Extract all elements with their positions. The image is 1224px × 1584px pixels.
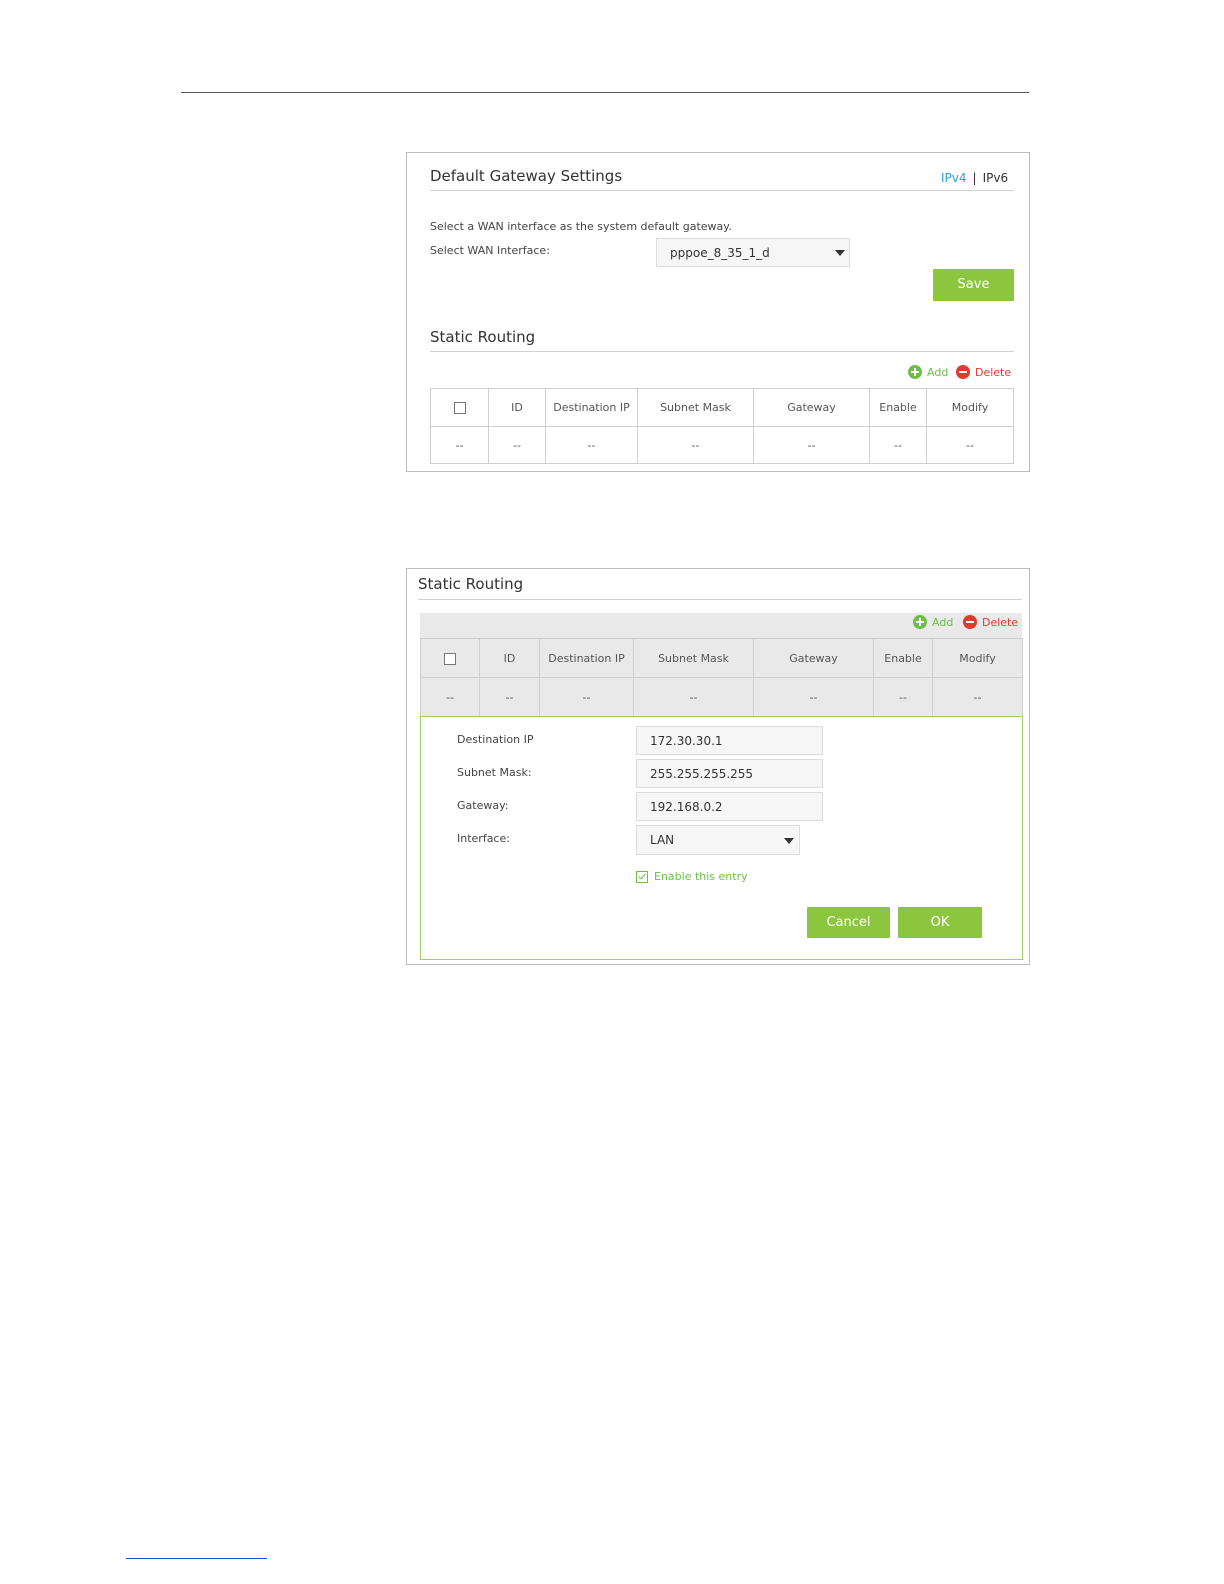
add-label: Add: [932, 615, 954, 629]
static-routing-edit-panel: Static Routing Add Delete ID Destination…: [406, 568, 1030, 965]
tab-separator: |: [972, 171, 977, 185]
table-row: -- -- -- -- -- -- --: [420, 677, 1023, 717]
column-header-enable: Enable: [873, 638, 933, 678]
column-header-destination-ip: Destination IP: [539, 638, 634, 678]
add-route-form: Destination IP 172.30.30.1 Subnet Mask: …: [420, 716, 1023, 960]
save-button[interactable]: Save: [933, 269, 1014, 301]
gateway-section-title: Default Gateway Settings: [430, 167, 623, 185]
delete-label: Delete: [975, 365, 1012, 379]
table-header-row: ID Destination IP Subnet Mask Gateway En…: [420, 638, 1023, 678]
gateway-routing-panel: Default Gateway Settings IPv4 | IPv6 Selec…: [406, 152, 1030, 472]
column-header-id: ID: [479, 638, 540, 678]
routing-edit-title-divider: [418, 599, 1022, 600]
table-row: -- -- -- -- -- -- --: [430, 426, 1014, 464]
table-cell: --: [753, 426, 870, 464]
gateway-description: Select a WAN interface as the system def…: [430, 220, 732, 233]
table-cell: --: [430, 426, 489, 464]
minus-circle-icon: [963, 615, 977, 629]
column-header-subnet-mask: Subnet Mask: [637, 388, 754, 427]
table-cell: --: [753, 677, 874, 717]
gateway-title-divider: [430, 190, 1014, 191]
add-route-button[interactable]: Add: [913, 615, 953, 629]
add-route-button[interactable]: Add: [908, 365, 948, 379]
enable-entry-label: Enable this entry: [654, 870, 748, 883]
column-header-modify: Modify: [932, 638, 1023, 678]
tab-ipv4[interactable]: IPv4: [941, 171, 967, 185]
gateway-input[interactable]: 192.168.0.2: [636, 792, 823, 821]
select-all-cell[interactable]: [430, 388, 489, 427]
column-header-enable: Enable: [869, 388, 927, 427]
tab-ipv6[interactable]: IPv6: [983, 171, 1009, 185]
footer-link-underline[interactable]: [126, 1558, 267, 1559]
subnet-mask-label: Subnet Mask:: [457, 766, 532, 779]
table-cell: --: [873, 677, 933, 717]
table-header-row: ID Destination IP Subnet Mask Gateway En…: [430, 388, 1014, 427]
static-routing-title: Static Routing: [430, 328, 536, 346]
column-header-modify: Modify: [926, 388, 1014, 427]
table-cell: --: [932, 677, 1023, 717]
ok-button[interactable]: OK: [898, 907, 982, 938]
wan-interface-value: pppoe_8_35_1_d: [670, 246, 770, 260]
table-cell: --: [545, 426, 638, 464]
delete-route-button[interactable]: Delete: [963, 615, 1018, 629]
table-cell: --: [637, 426, 754, 464]
wan-interface-select[interactable]: pppoe_8_35_1_d: [656, 238, 850, 267]
column-header-id: ID: [488, 388, 546, 427]
table-cell: --: [488, 426, 546, 464]
routing-title-divider: [430, 351, 1014, 352]
wan-interface-label: Select WAN Interface:: [430, 244, 550, 257]
routing-table: ID Destination IP Subnet Mask Gateway En…: [430, 388, 1014, 464]
select-all-checkbox[interactable]: [444, 652, 456, 665]
column-header-gateway: Gateway: [753, 388, 870, 427]
table-cell: --: [869, 426, 927, 464]
table-cell: --: [926, 426, 1014, 464]
column-header-destination-ip: Destination IP: [545, 388, 638, 427]
table-cell: --: [420, 677, 480, 717]
select-all-checkbox[interactable]: [453, 402, 466, 414]
plus-circle-icon: [913, 615, 927, 629]
routing-edit-table: ID Destination IP Subnet Mask Gateway En…: [420, 638, 1023, 717]
cancel-button[interactable]: Cancel: [807, 907, 890, 938]
subnet-mask-input[interactable]: 255.255.255.255: [636, 759, 823, 788]
destination-ip-input[interactable]: 172.30.30.1: [636, 726, 823, 755]
delete-route-button[interactable]: Delete: [956, 365, 1011, 379]
ip-version-switch: IPv4 | IPv6: [941, 171, 1008, 185]
static-routing-edit-title: Static Routing: [418, 575, 524, 593]
column-header-gateway: Gateway: [753, 638, 874, 678]
interface-label: Interface:: [457, 832, 510, 845]
gateway-label: Gateway:: [457, 799, 509, 812]
add-label: Add: [927, 365, 949, 379]
page-header-rule: [181, 92, 1029, 93]
column-header-subnet-mask: Subnet Mask: [633, 638, 754, 678]
minus-circle-icon: [956, 365, 970, 379]
interface-value: LAN: [650, 833, 675, 847]
enable-entry-checkbox[interactable]: Enable this entry: [636, 870, 748, 883]
interface-select[interactable]: LAN: [636, 825, 800, 855]
select-all-cell[interactable]: [420, 638, 480, 678]
delete-label: Delete: [982, 615, 1019, 629]
caret-down-icon: [835, 250, 845, 256]
table-cell: --: [539, 677, 634, 717]
table-cell: --: [479, 677, 540, 717]
checkbox-checked-icon[interactable]: [636, 870, 648, 883]
plus-circle-icon: [908, 365, 922, 379]
table-cell: --: [633, 677, 754, 717]
destination-ip-label: Destination IP: [457, 733, 534, 746]
caret-down-icon: [784, 838, 794, 844]
